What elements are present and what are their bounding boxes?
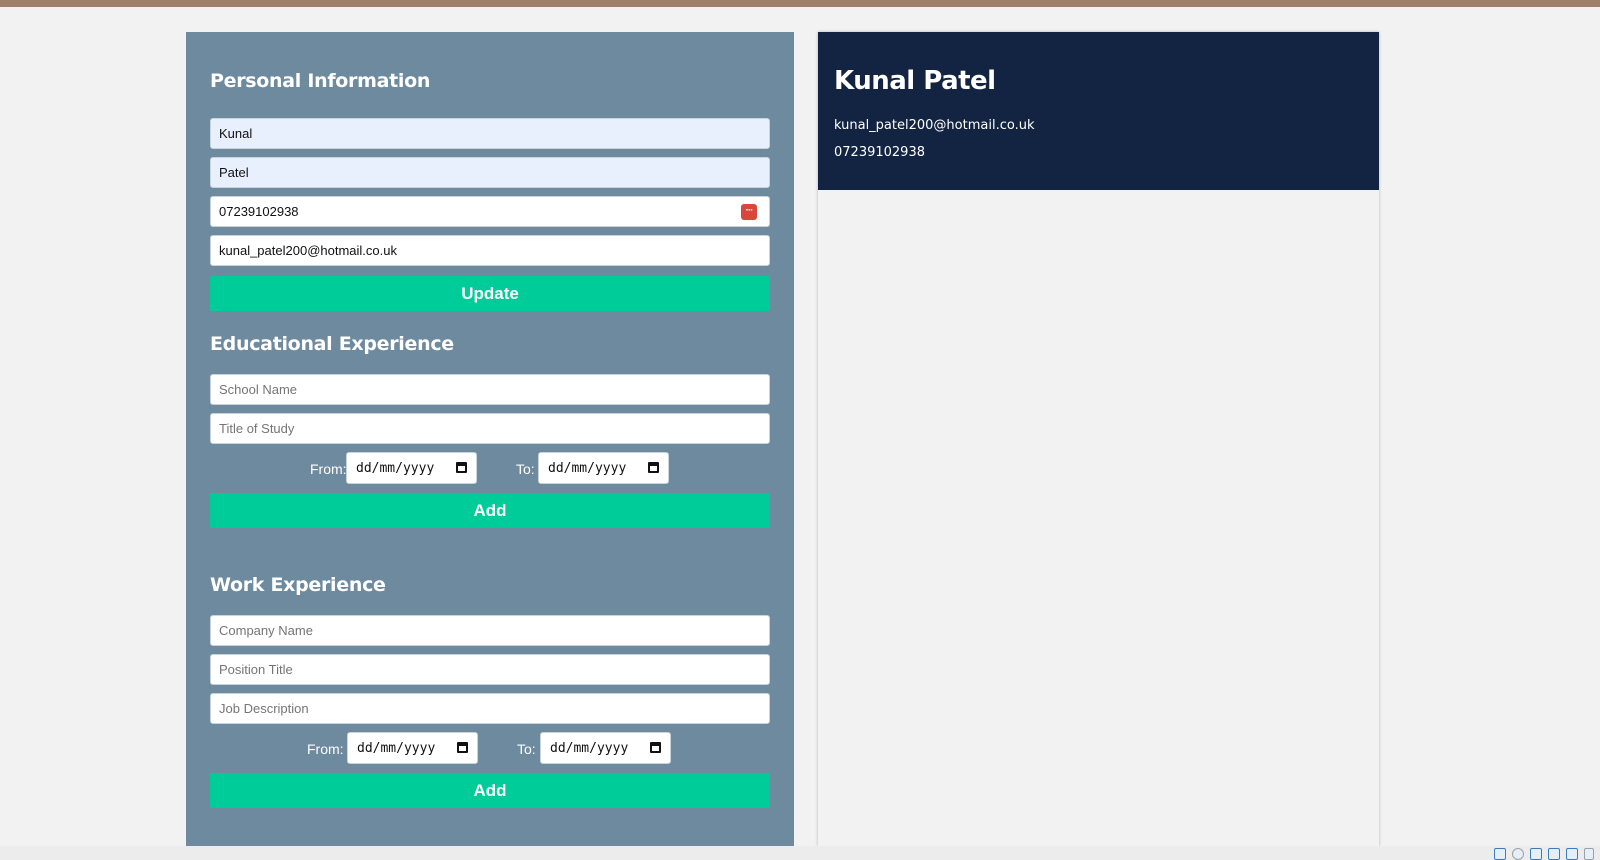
preview-email: kunal_patel200@hotmail.co.uk (834, 118, 1035, 133)
edit-tray-icon[interactable] (1566, 848, 1578, 860)
date-placeholder: dd/mm/yyyy (550, 741, 629, 756)
date-placeholder: dd/mm/yyyy (356, 461, 435, 476)
cv-preview-panel: Kunal Patel kunal_patel200@hotmail.co.uk… (818, 32, 1379, 846)
disc-tray-icon[interactable] (1512, 848, 1524, 860)
email-input[interactable] (210, 235, 770, 266)
window-tray-icon[interactable] (1584, 848, 1594, 860)
personal-info-heading: Personal Information (210, 70, 431, 92)
preview-name: Kunal Patel (834, 66, 996, 96)
phone-field-wrapper: ··· (210, 196, 770, 227)
first-name-input[interactable] (210, 118, 770, 149)
work-to-date-input[interactable]: dd/mm/yyyy (540, 732, 671, 764)
education-date-row: From: dd/mm/yyyy To: dd/mm/yyyy (210, 452, 770, 484)
work-to-label: To: (517, 741, 536, 757)
education-from-date-input[interactable]: dd/mm/yyyy (346, 452, 477, 484)
work-date-row: From: dd/mm/yyyy To: dd/mm/yyyy (210, 732, 770, 764)
work-from-label: From: (307, 741, 344, 757)
phone-input[interactable] (210, 196, 770, 227)
calendar-icon[interactable] (456, 462, 467, 473)
calendar-icon[interactable] (650, 742, 661, 753)
calendar-icon[interactable] (648, 462, 659, 473)
preview-phone: 07239102938 (834, 145, 925, 160)
study-title-input[interactable] (210, 413, 770, 444)
update-button[interactable]: Update (210, 276, 770, 311)
education-heading: Educational Experience (210, 333, 454, 355)
work-from-date-input[interactable]: dd/mm/yyyy (347, 732, 478, 764)
education-to-label: To: (516, 461, 535, 477)
add-education-button[interactable]: Add (210, 493, 770, 528)
autofill-key-icon[interactable]: ··· (741, 204, 757, 220)
top-accent-bar (0, 0, 1600, 7)
display-tray-icon[interactable] (1548, 848, 1560, 860)
calendar-icon[interactable] (457, 742, 468, 753)
date-placeholder: dd/mm/yyyy (357, 741, 436, 756)
job-description-input[interactable] (210, 693, 770, 724)
last-name-input[interactable] (210, 157, 770, 188)
add-work-button[interactable]: Add (210, 773, 770, 808)
position-title-input[interactable] (210, 654, 770, 685)
network-tray-icon[interactable] (1494, 848, 1506, 860)
system-tray-strip (0, 846, 1600, 860)
preview-header: Kunal Patel kunal_patel200@hotmail.co.uk… (818, 32, 1379, 190)
folder-tray-icon[interactable] (1530, 848, 1542, 860)
education-from-label: From: (310, 461, 347, 477)
company-name-input[interactable] (210, 615, 770, 646)
school-name-input[interactable] (210, 374, 770, 405)
cv-form-panel: Personal Information ··· Update Educatio… (186, 32, 794, 846)
work-heading: Work Experience (210, 574, 386, 596)
date-placeholder: dd/mm/yyyy (548, 461, 627, 476)
education-to-date-input[interactable]: dd/mm/yyyy (538, 452, 669, 484)
